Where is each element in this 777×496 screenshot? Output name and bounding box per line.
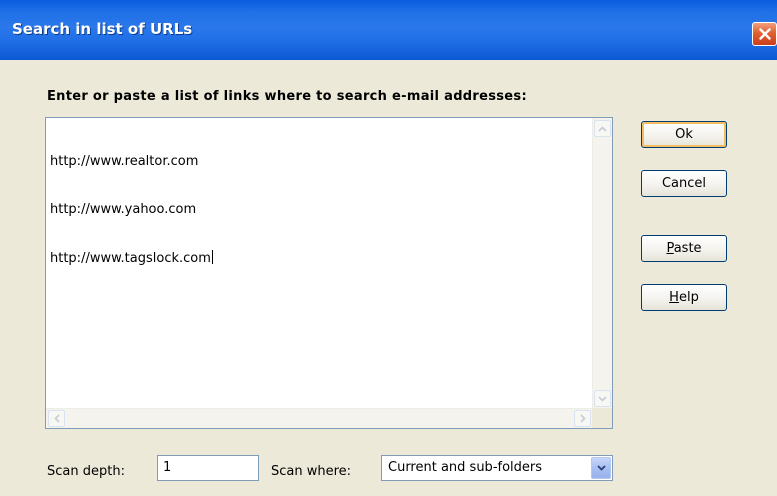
scan-depth-label: Scan depth:	[47, 464, 125, 479]
instructions-heading: Enter or paste a list of links where to …	[47, 89, 527, 104]
text-caret	[211, 250, 213, 264]
paste-mnemonic: P	[666, 241, 674, 256]
help-mnemonic: H	[669, 290, 679, 305]
chevron-down-icon	[596, 465, 606, 471]
url-list-content[interactable]: http://www.realtor.com http://www.yahoo.…	[50, 122, 590, 299]
url-list-textarea[interactable]: http://www.realtor.com http://www.yahoo.…	[45, 117, 613, 429]
scrollbar-corner	[592, 408, 612, 428]
arrow-right-icon	[579, 414, 586, 423]
scan-where-select[interactable]: Current and sub-folders	[381, 455, 613, 481]
url-line-with-caret: http://www.tagslock.com	[50, 250, 590, 267]
close-button[interactable]	[752, 22, 777, 46]
scroll-down-button[interactable]	[594, 390, 611, 407]
arrow-down-icon	[598, 395, 607, 402]
cancel-button[interactable]: Cancel	[641, 170, 727, 197]
arrow-up-icon	[598, 125, 607, 132]
dialog-window: Search in list of URLs Enter or paste a …	[0, 0, 777, 496]
vertical-scrollbar[interactable]	[592, 118, 612, 409]
paste-label-rest: aste	[673, 241, 702, 256]
scan-depth-input[interactable]: 1	[157, 455, 259, 481]
scan-where-label: Scan where:	[271, 464, 352, 479]
close-icon	[758, 28, 771, 40]
url-line: http://www.realtor.com	[50, 154, 199, 169]
paste-button[interactable]: Paste	[641, 235, 727, 262]
scan-where-dropdown-button[interactable]	[591, 457, 611, 479]
help-label-rest: elp	[678, 290, 699, 305]
scroll-right-button[interactable]	[574, 410, 591, 427]
ok-button[interactable]: Ok	[641, 121, 727, 148]
scan-where-value: Current and sub-folders	[388, 460, 543, 475]
scroll-up-button[interactable]	[594, 120, 611, 137]
horizontal-scrollbar[interactable]	[46, 408, 593, 428]
url-line-text: http://www.tagslock.com	[50, 251, 211, 266]
arrow-left-icon	[53, 414, 60, 423]
url-line: http://www.yahoo.com	[50, 202, 197, 217]
window-title: Search in list of URLs	[12, 20, 193, 38]
title-bar[interactable]: Search in list of URLs	[0, 0, 777, 60]
scroll-left-button[interactable]	[48, 410, 65, 427]
help-button[interactable]: Help	[641, 284, 727, 311]
